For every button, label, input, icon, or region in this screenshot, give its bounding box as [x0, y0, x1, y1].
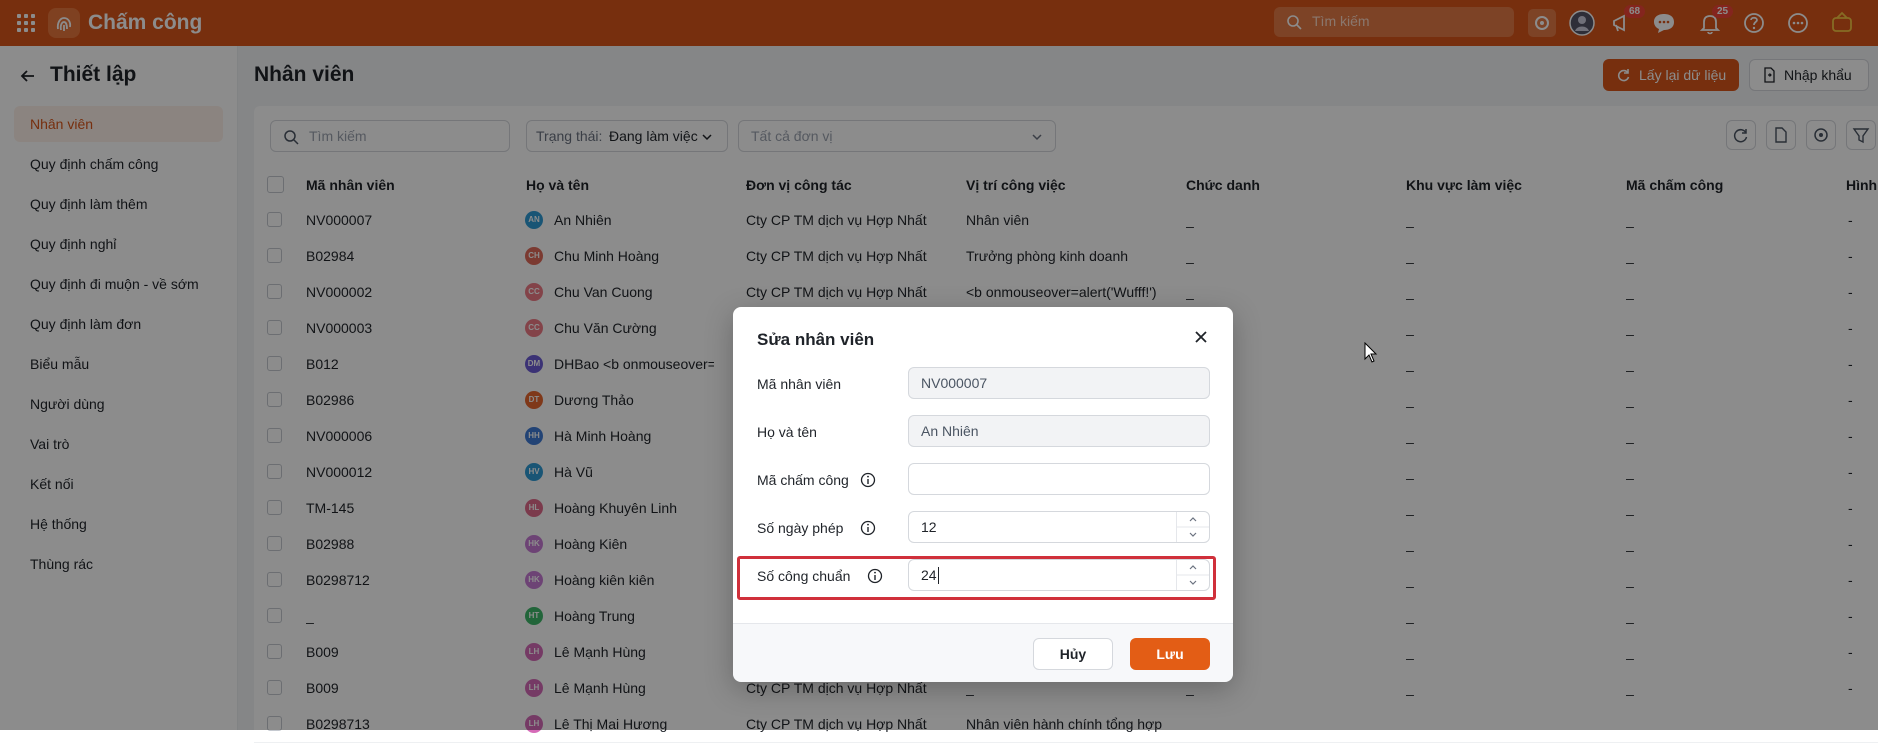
- full-name-label: Họ và tên: [757, 424, 817, 440]
- standard-workdays-field[interactable]: 24: [908, 559, 1210, 591]
- stepper-down-icon: [1189, 532, 1197, 537]
- close-icon[interactable]: [1189, 325, 1213, 349]
- save-button[interactable]: Lưu: [1130, 638, 1210, 670]
- dialog-footer: Hủy Lưu: [733, 623, 1233, 682]
- standard-workdays-value: 24: [921, 567, 937, 583]
- mouse-pointer-icon: [1364, 342, 1378, 363]
- attendance-code-field[interactable]: [908, 463, 1210, 495]
- edit-employee-dialog: Sửa nhân viên Mã nhân viên NV000007 Họ v…: [733, 307, 1233, 682]
- stepper-down-icon: [1189, 580, 1197, 585]
- employee-code-field[interactable]: NV000007: [908, 367, 1210, 399]
- full-name-value: An Nhiên: [921, 423, 979, 439]
- stepper-up-icon: [1189, 517, 1197, 522]
- info-icon[interactable]: [867, 568, 883, 584]
- text-caret: [938, 567, 939, 584]
- leave-days-value: 12: [921, 519, 937, 535]
- standard-workdays-stepper[interactable]: [1176, 560, 1209, 590]
- cancel-button[interactable]: Hủy: [1033, 638, 1113, 670]
- employee-code-value: NV000007: [921, 375, 988, 391]
- info-icon[interactable]: [860, 520, 876, 536]
- employee-code-label: Mã nhân viên: [757, 376, 842, 392]
- stepper-up-icon: [1189, 565, 1197, 570]
- standard-workdays-label: Số công chuẩn: [757, 568, 851, 584]
- full-name-field[interactable]: An Nhiên: [908, 415, 1210, 447]
- attendance-code-label: Mã chấm công: [757, 472, 849, 488]
- leave-days-label: Số ngày phép: [757, 520, 844, 536]
- leave-days-field[interactable]: 12: [908, 511, 1210, 543]
- leave-days-stepper[interactable]: [1176, 512, 1209, 542]
- info-icon[interactable]: [860, 472, 876, 488]
- dialog-title: Sửa nhân viên: [757, 330, 875, 349]
